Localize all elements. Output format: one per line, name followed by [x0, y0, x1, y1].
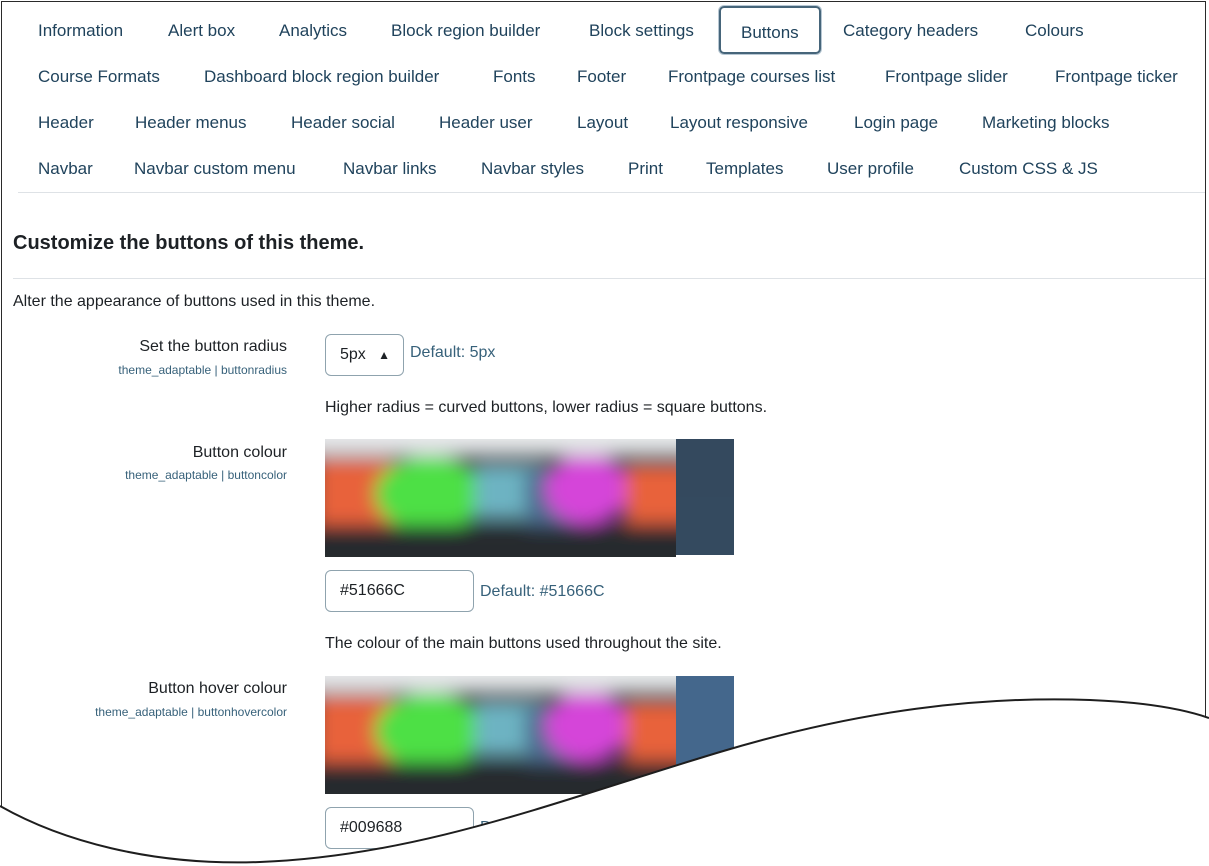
tab-header-menus[interactable]: Header menus	[115, 100, 267, 146]
hover-colour-input[interactable]: #009688	[325, 807, 474, 849]
tab-user-profile[interactable]: User profile	[807, 146, 934, 192]
button-colour-swatch-bottom	[676, 497, 734, 555]
tab-dashboard-block-region-builder[interactable]: Dashboard block region builder	[184, 54, 459, 100]
tab-navbar-styles[interactable]: Navbar styles	[461, 146, 604, 192]
tab-category-headers[interactable]: Category headers	[823, 8, 998, 54]
button-colour-swatch-top	[676, 439, 734, 498]
tab-marketing-blocks[interactable]: Marketing blocks	[962, 100, 1130, 146]
hover-colour-swatch	[676, 676, 734, 794]
tab-navbar-custom-menu[interactable]: Navbar custom menu	[114, 146, 316, 192]
tab-alert-box[interactable]: Alert box	[148, 8, 255, 54]
radius-select[interactable]: 5px ▲︎	[325, 334, 404, 376]
tab-frontpage-slider[interactable]: Frontpage slider	[865, 54, 1028, 100]
radius-description: Higher radius = curved buttons, lower ra…	[325, 399, 768, 416]
button-colour-picker[interactable]	[325, 439, 676, 557]
tab-header-social[interactable]: Header social	[271, 100, 415, 146]
radius-setting-id: theme_adaptable | buttonradius	[118, 363, 287, 377]
settings-tab-bar: Information Alert box Analytics Block re…	[18, 6, 1205, 193]
button-colour-setting-id: theme_adaptable | buttoncolor	[125, 468, 287, 482]
radius-select-value: 5px	[340, 346, 366, 363]
button-colour-label: Button colour	[192, 444, 287, 461]
hover-gradient-area	[325, 676, 676, 794]
tab-analytics[interactable]: Analytics	[259, 8, 367, 54]
tab-layout-responsive[interactable]: Layout responsive	[650, 100, 828, 146]
colour-gradient-area	[325, 439, 676, 557]
button-colour-description: The colour of the main buttons used thro…	[325, 635, 722, 652]
tab-frontpage-courses-list[interactable]: Frontpage courses list	[648, 54, 855, 100]
tab-custom-css-js[interactable]: Custom CSS & JS	[939, 146, 1118, 192]
tab-header-user[interactable]: Header user	[419, 100, 553, 146]
radius-default: Default: 5px	[410, 344, 496, 361]
tab-footer[interactable]: Footer	[557, 54, 646, 100]
tab-fonts[interactable]: Fonts	[473, 54, 556, 100]
hover-colour-default: Default: #009688	[480, 819, 602, 836]
select-caret-icon: ▲︎	[378, 348, 390, 362]
tab-frontpage-ticker[interactable]: Frontpage ticker	[1035, 54, 1198, 100]
button-colour-default: Default: #51666C	[480, 583, 605, 600]
tab-layout[interactable]: Layout	[557, 100, 648, 146]
radius-label: Set the button radius	[139, 338, 287, 355]
tab-print[interactable]: Print	[608, 146, 683, 192]
tab-login-page[interactable]: Login page	[834, 100, 958, 146]
tab-course-formats[interactable]: Course Formats	[18, 54, 180, 100]
hover-colour-label: Button hover colour	[148, 680, 287, 697]
tab-navbar[interactable]: Navbar	[18, 146, 113, 192]
tab-buttons[interactable]: Buttons	[719, 6, 821, 54]
section-heading: Customize the buttons of this theme.	[13, 232, 365, 254]
settings-page: Information Alert box Analytics Block re…	[1, 1, 1206, 863]
hover-colour-setting-id: theme_adaptable | buttonhovercolor	[95, 705, 287, 719]
heading-divider	[13, 278, 1205, 279]
tab-block-settings[interactable]: Block settings	[569, 8, 714, 54]
tab-header[interactable]: Header	[18, 100, 114, 146]
tab-information[interactable]: Information	[18, 8, 143, 54]
tab-block-region-builder[interactable]: Block region builder	[371, 8, 560, 54]
section-intro: Alter the appearance of buttons used in …	[13, 293, 376, 310]
button-colour-input[interactable]: #51666C	[325, 570, 474, 612]
tab-colours[interactable]: Colours	[1005, 8, 1104, 54]
tab-templates[interactable]: Templates	[686, 146, 803, 192]
hover-colour-picker[interactable]	[325, 676, 676, 794]
tab-navbar-links[interactable]: Navbar links	[323, 146, 457, 192]
